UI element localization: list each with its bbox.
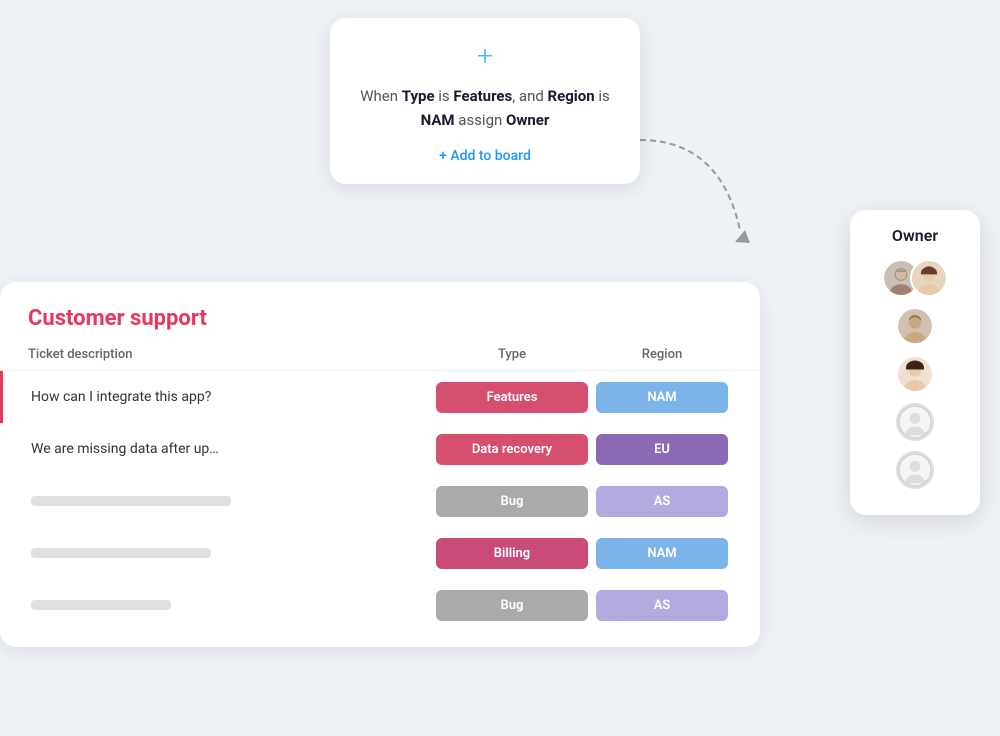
add-to-board-link[interactable]: + Add to board	[358, 148, 612, 164]
owner-item-5	[850, 451, 980, 489]
table-row: We are missing data after upgra... Data …	[0, 423, 760, 475]
section-title: Customer support	[0, 306, 760, 331]
row-placeholder-3	[31, 496, 231, 506]
avatar-group-1	[882, 259, 948, 297]
owner-item-4	[850, 403, 980, 441]
plus-icon: +	[358, 42, 612, 70]
owner-panel-title: Owner	[850, 226, 980, 245]
row-description-1: How can I integrate this app?	[31, 375, 432, 419]
type-badge-bug-1: Bug	[436, 486, 588, 517]
owner-item-2	[850, 307, 980, 345]
region-badge-nam-2: NAM	[596, 538, 728, 569]
region-badge-eu: EU	[596, 434, 728, 465]
table-row: Bug AS	[0, 579, 760, 631]
arrow-svg	[630, 130, 770, 260]
row-description-2: We are missing data after upgra...	[31, 427, 231, 471]
col-ticket-description: Ticket description	[28, 347, 432, 362]
scene: + When Type is Features, and Region is N…	[0, 0, 1000, 736]
table-row: Bug AS	[0, 475, 760, 527]
avatar-male-2	[896, 307, 934, 345]
avatar-female-1	[910, 259, 948, 297]
owner-panel: Owner	[850, 210, 980, 515]
type-badge-bug-2: Bug	[436, 590, 588, 621]
region-badge-as-2: AS	[596, 590, 728, 621]
table-card: Customer support Ticket description Type…	[0, 282, 760, 647]
table-row: How can I integrate this app? Features N…	[0, 371, 760, 423]
col-type: Type	[432, 347, 592, 362]
type-badge-data-recovery: Data recovery	[436, 434, 588, 465]
row-placeholder-4	[31, 548, 211, 558]
rule-text: When Type is Features, and Region is NAM…	[358, 84, 612, 132]
col-region: Region	[592, 347, 732, 362]
region-badge-nam-1: NAM	[596, 382, 728, 413]
region-badge-as-1: AS	[596, 486, 728, 517]
rule-card: + When Type is Features, and Region is N…	[330, 18, 640, 184]
table-header: Ticket description Type Region	[0, 347, 760, 371]
row-placeholder-5	[31, 600, 171, 610]
avatar-placeholder-1	[896, 403, 934, 441]
avatar-placeholder-2	[896, 451, 934, 489]
owner-item-1	[850, 259, 980, 297]
avatar-female-2	[896, 355, 934, 393]
owner-item-3	[850, 355, 980, 393]
table-row: Billing NAM	[0, 527, 760, 579]
type-badge-billing: Billing	[436, 538, 588, 569]
type-badge-features: Features	[436, 382, 588, 413]
